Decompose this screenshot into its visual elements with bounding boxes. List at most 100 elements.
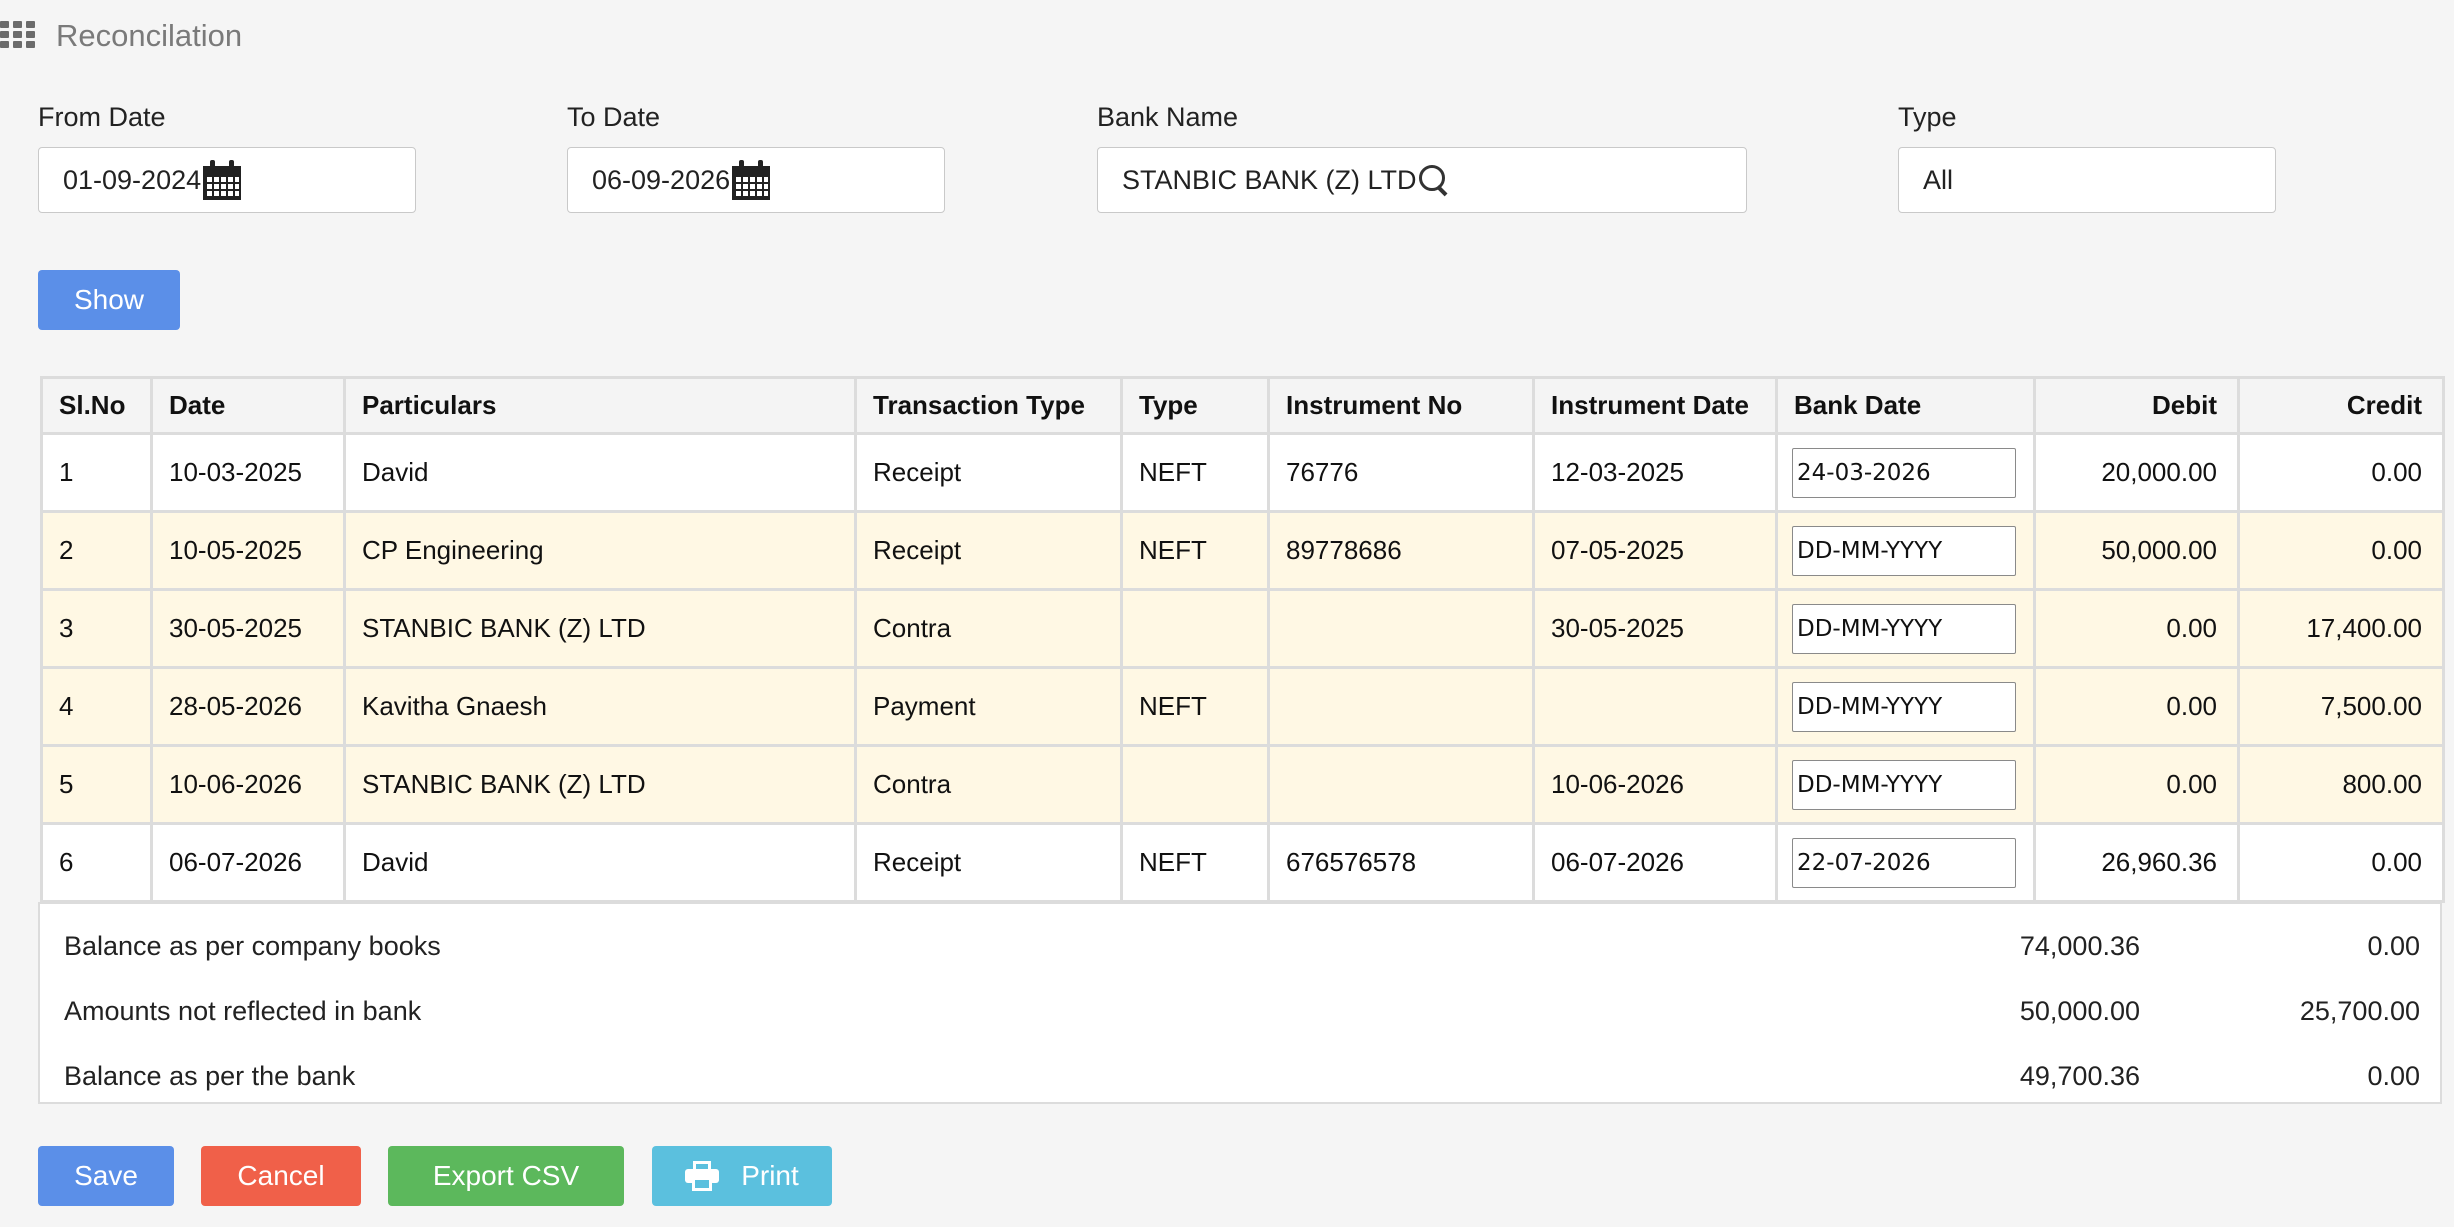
cell-instrument-no (1267, 666, 1535, 747)
print-button[interactable]: Print (652, 1146, 832, 1206)
cell-particulars: CP Engineering (343, 510, 857, 591)
cell-instrument-no: 76776 (1267, 432, 1535, 513)
bank-date-input[interactable] (1792, 681, 2016, 732)
type-select[interactable]: All (1898, 147, 2276, 213)
cell-transaction-type: Receipt (854, 822, 1123, 903)
summary-row: Balance as per company books 74,000.36 0… (40, 916, 2440, 976)
to-date-field[interactable]: 06-09-2026 (567, 147, 945, 213)
table-header-row: Sl.No Date Particulars Transaction Type … (40, 376, 2445, 435)
cell-type: NEFT (1120, 666, 1270, 747)
bank-date-input[interactable] (1792, 603, 2016, 654)
bank-name-field[interactable]: STANBIC BANK (Z) LTD (1097, 147, 1747, 213)
summary-debit: 50,000.00 (2019, 995, 2140, 1026)
cell-date: 10-06-2026 (150, 744, 346, 825)
type-select-value: All (1923, 164, 1954, 195)
cell-bank-date (1775, 822, 2036, 903)
cell-credit: 7,500.00 (2237, 666, 2445, 747)
cell-type (1120, 744, 1270, 825)
cell-type: NEFT (1120, 822, 1270, 903)
cell-instrument-date: 10-06-2026 (1532, 744, 1778, 825)
from-date-field[interactable]: 01-09-2024 (38, 147, 416, 213)
cell-credit: 0.00 (2237, 822, 2445, 903)
print-label: Print (741, 1160, 799, 1191)
cell-instrument-no: 89778686 (1267, 510, 1535, 591)
cell-credit: 800.00 (2237, 744, 2445, 825)
cell-bank-date (1775, 432, 2036, 513)
column-header: Instrument No (1267, 376, 1535, 435)
to-date-value: 06-09-2026 (592, 164, 731, 195)
cell-debit: 26,960.36 (2033, 822, 2240, 903)
cell-date: 10-03-2025 (150, 432, 346, 513)
cell-instrument-date: 07-05-2025 (1532, 510, 1778, 591)
cell-debit: 20,000.00 (2033, 432, 2240, 513)
cell-bank-date (1775, 588, 2036, 669)
summary-credit: 25,700.00 (2299, 995, 2420, 1026)
column-header: Bank Date (1775, 376, 2036, 435)
cell-date: 06-07-2026 (150, 822, 346, 903)
calendar-icon[interactable] (732, 160, 771, 200)
column-header: Instrument Date (1532, 376, 1778, 435)
cell-type: NEFT (1120, 510, 1270, 591)
cell-instrument-no (1267, 744, 1535, 825)
cell-debit: 0.00 (2033, 744, 2240, 825)
column-header: Type (1120, 376, 1270, 435)
calendar-icon[interactable] (203, 160, 242, 200)
cell-particulars: David (343, 822, 857, 903)
column-header: Date (150, 376, 346, 435)
summary-label: Balance as per company books (64, 930, 441, 961)
table-row: 6 06-07-2026 David Receipt NEFT 676576578 06-0… (40, 822, 2445, 903)
column-header: Debit (2033, 376, 2240, 435)
table-row: 428-05-2026Kavitha GnaeshPaymentNEFT 0.00… (40, 666, 2445, 747)
summary-credit: 0.00 (2367, 1060, 2420, 1091)
cell-credit: 0.00 (2237, 510, 2445, 591)
column-header: Credit (2237, 376, 2445, 435)
show-button[interactable]: Show (38, 270, 180, 330)
cell-bank-date (1775, 510, 2036, 591)
page-title: Reconcilation (56, 18, 243, 53)
from-date-value: 01-09-2024 (63, 164, 202, 195)
grid-menu-icon[interactable] (0, 21, 36, 51)
column-header: Particulars (343, 376, 857, 435)
bank-date-input[interactable] (1792, 447, 2016, 498)
bank-date-input[interactable] (1792, 837, 2016, 888)
cell-sl-no: 5 (40, 744, 153, 825)
to-date-label: To Date (567, 102, 661, 132)
cell-particulars: Kavitha Gnaesh (343, 666, 857, 747)
summary-row: Balance as per the bank 49,700.36 0.00 (40, 1046, 2440, 1106)
cell-date: 28-05-2026 (150, 666, 346, 747)
table-row: 2 10-05-2025 CP Engineering Receipt NEFT 8977… (40, 510, 2445, 591)
cell-instrument-date (1532, 666, 1778, 747)
cell-type: NEFT (1120, 432, 1270, 513)
search-icon[interactable] (1417, 163, 1451, 197)
cell-particulars: David (343, 432, 857, 513)
cell-particulars: STANBIC BANK (Z) LTD (343, 588, 857, 669)
cell-instrument-date: 30-05-2025 (1532, 588, 1778, 669)
cell-instrument-date: 12-03-2025 (1532, 432, 1778, 513)
cell-transaction-type: Receipt (854, 510, 1123, 591)
cell-date: 30-05-2025 (150, 588, 346, 669)
summary-credit: 0.00 (2367, 930, 2420, 961)
type-label: Type (1898, 102, 1957, 132)
cell-sl-no: 6 (40, 822, 153, 903)
cell-sl-no: 2 (40, 510, 153, 591)
cell-transaction-type: Contra (854, 588, 1123, 669)
bank-date-input[interactable] (1792, 759, 2016, 810)
printer-icon (685, 1161, 720, 1191)
cell-instrument-date: 06-07-2026 (1532, 822, 1778, 903)
cell-transaction-type: Payment (854, 666, 1123, 747)
cancel-button[interactable]: Cancel (201, 1146, 361, 1206)
column-header: Sl.No (40, 376, 153, 435)
save-button[interactable]: Save (38, 1146, 174, 1206)
summary-label: Amounts not reflected in bank (64, 995, 422, 1026)
bank-name-label: Bank Name (1097, 102, 1239, 132)
bank-name-value: STANBIC BANK (Z) LTD (1122, 164, 1417, 195)
summary-label: Balance as per the bank (64, 1060, 356, 1091)
from-date-label: From Date (38, 102, 166, 132)
cell-particulars: STANBIC BANK (Z) LTD (343, 744, 857, 825)
table-row: 5 10-06-2026 STANBIC BANK (Z) LTD Contra 10-… (40, 744, 2445, 825)
page-header: Reconcilation (0, 14, 242, 58)
cell-sl-no: 1 (40, 432, 153, 513)
bank-date-input[interactable] (1792, 525, 2016, 576)
cell-bank-date (1775, 666, 2036, 747)
export-csv-button[interactable]: Export CSV (388, 1146, 624, 1206)
